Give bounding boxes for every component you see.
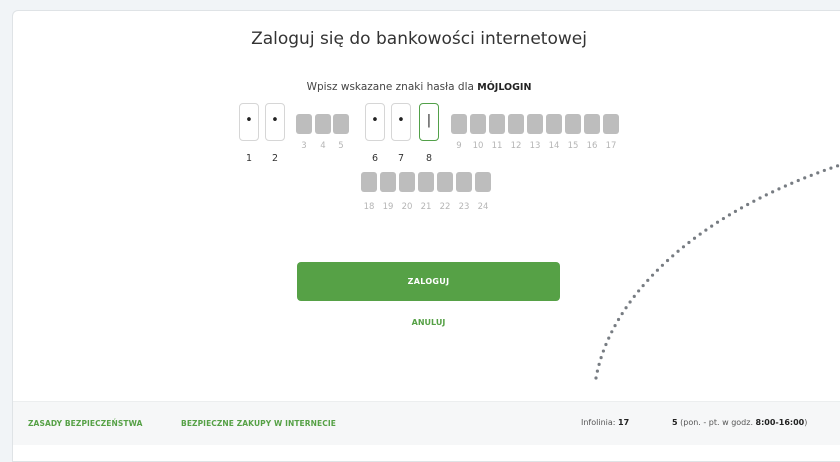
cancel-link[interactable]: ANULUJ xyxy=(297,318,560,327)
password-char-10 xyxy=(470,114,486,134)
password-position-label: 22 xyxy=(439,202,451,212)
password-position-label: 9 xyxy=(456,141,462,151)
password-instruction: Wpisz wskazane znaki hasła dla MÓJLOGIN xyxy=(13,81,825,93)
password-position-label: 15 xyxy=(567,141,579,151)
password-char-17 xyxy=(603,114,619,134)
password-position-label: 18 xyxy=(363,202,375,212)
password-char-12 xyxy=(508,114,524,134)
password-char-13 xyxy=(527,114,543,134)
password-position-label: 11 xyxy=(491,141,503,151)
password-char-15 xyxy=(565,114,581,134)
login-panel: Zaloguj się do bankowości internetowej W… xyxy=(12,10,840,462)
password-char-3 xyxy=(296,114,312,134)
password-position-label: 5 xyxy=(338,141,344,151)
password-char-7[interactable]: • xyxy=(391,103,411,141)
password-char-21 xyxy=(418,172,434,192)
password-char-18 xyxy=(361,172,377,192)
password-char-8[interactable]: | xyxy=(419,103,439,141)
password-position-label: 8 xyxy=(425,153,433,164)
password-char-11 xyxy=(489,114,505,134)
password-position-label: 24 xyxy=(477,202,489,212)
password-position-label: 7 xyxy=(397,153,405,164)
password-char-20 xyxy=(399,172,415,192)
password-position-label: 14 xyxy=(548,141,560,151)
password-char-5 xyxy=(333,114,349,134)
safe-shopping-link[interactable]: BEZPIECZNE ZAKUPY W INTERNECIE xyxy=(181,419,336,428)
password-position-label: 16 xyxy=(586,141,598,151)
password-char-24 xyxy=(475,172,491,192)
login-button[interactable]: ZALOGUJ xyxy=(297,262,560,301)
password-char-1[interactable]: • xyxy=(239,103,259,141)
password-char-19 xyxy=(380,172,396,192)
page-title: Zaloguj się do bankowości internetowej xyxy=(251,29,587,49)
password-position-label: 19 xyxy=(382,202,394,212)
password-position-label: 23 xyxy=(458,202,470,212)
password-position-label: 21 xyxy=(420,202,432,212)
instruction-text: Wpisz wskazane znaki hasła dla xyxy=(306,81,478,93)
password-position-label: 6 xyxy=(371,153,379,164)
hours-close: ) xyxy=(804,418,808,427)
footer-bar: ZASADY BEZPIECZEŃSTWA BEZPIECZNE ZAKUPY … xyxy=(13,401,840,445)
hotline: Infolinia: 17 xyxy=(581,418,629,427)
password-char-9 xyxy=(451,114,467,134)
hotline-label: Infolinia: xyxy=(581,418,619,427)
hotline-hours: 5 (pon. - pt. w godz. 8:00-16:00) xyxy=(672,418,807,427)
password-position-label: 3 xyxy=(301,141,307,151)
password-position-label: 12 xyxy=(510,141,522,151)
login-name: MÓJLOGIN xyxy=(477,82,532,93)
password-char-22 xyxy=(437,172,453,192)
hours-text: (pon. - pt. w godz. xyxy=(677,418,756,427)
password-position-label: 10 xyxy=(472,141,484,151)
password-char-23 xyxy=(456,172,472,192)
password-position-label: 17 xyxy=(605,141,617,151)
security-rules-link[interactable]: ZASADY BEZPIECZEŃSTWA xyxy=(28,419,143,428)
password-char-4 xyxy=(315,114,331,134)
hours-time: 8:00-16:00 xyxy=(755,418,805,427)
password-position-label: 4 xyxy=(320,141,326,151)
password-position-label: 1 xyxy=(245,153,253,164)
password-position-label: 20 xyxy=(401,202,413,212)
password-position-label: 13 xyxy=(529,141,541,151)
password-char-6[interactable]: • xyxy=(365,103,385,141)
password-char-14 xyxy=(546,114,562,134)
password-position-label: 2 xyxy=(271,153,279,164)
password-char-2[interactable]: • xyxy=(265,103,285,141)
password-char-16 xyxy=(584,114,600,134)
hotline-number: 17 xyxy=(618,418,630,427)
